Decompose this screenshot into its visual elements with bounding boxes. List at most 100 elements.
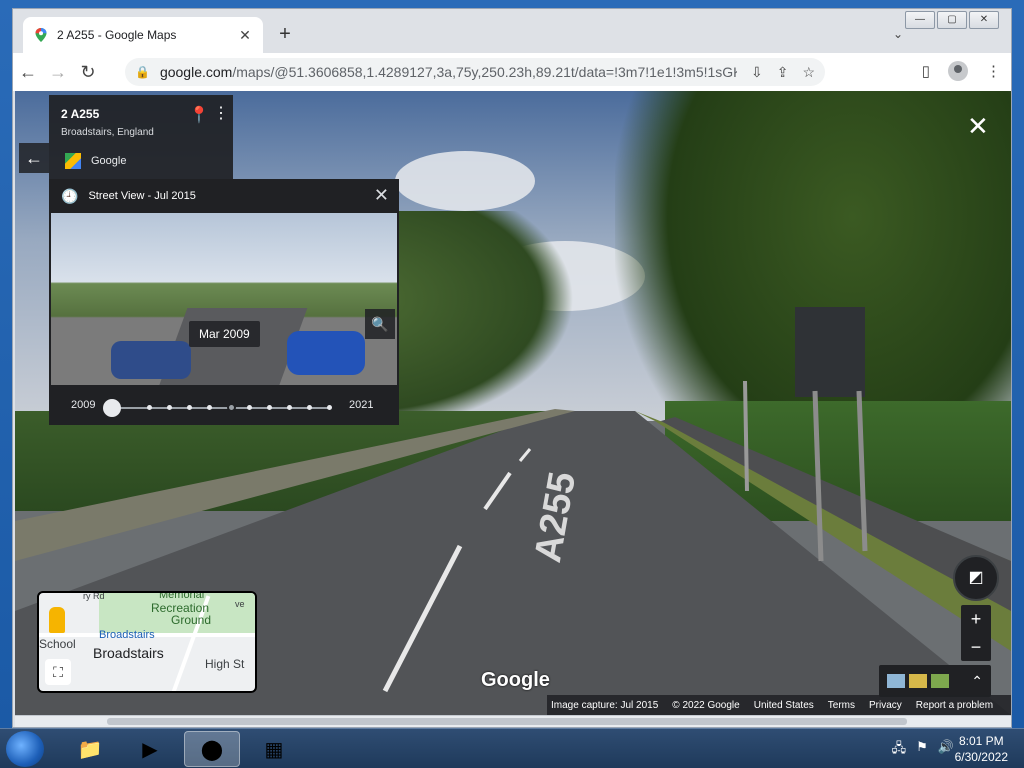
timeline-point[interactable] [187,405,192,410]
system-clock[interactable]: 8:01 PM 6/30/2022 [955,733,1008,765]
google-logo: Google [481,669,550,691]
time-travel-panel: 🕘 Street View - Jul 2015 ✕ Mar 2009 🔍 20… [49,179,399,425]
tab-strip: 2 A255 - Google Maps ✕ + ⌄ — ▢ ✕ [13,9,1011,53]
url-path: /maps/@51.3606858,1.4289127,3a,75y,250.2… [232,64,737,80]
timeline-end-label: 2021 [349,399,374,411]
timeline-header-text: Street View - Jul 2015 [88,190,196,202]
back-icon[interactable]: ← [13,62,43,83]
tab-close-icon[interactable]: ✕ [237,27,253,44]
chevron-down-icon[interactable]: ⌄ [893,27,903,41]
privacy-link[interactable]: Privacy [869,700,902,711]
timeline-point[interactable] [267,405,272,410]
toolbar-right: ▯ ⋮ [904,61,1001,81]
close-timeline-icon[interactable]: ✕ [374,185,389,206]
timeline-knob[interactable] [103,399,121,417]
tab-title: 2 A255 - Google Maps [57,28,177,42]
file-explorer-icon[interactable]: 📁 [62,731,118,767]
clock-time: 8:01 PM [958,734,1004,748]
provider-label: Google [91,155,127,167]
thumbnail-car [287,331,365,375]
timeline-point[interactable] [247,405,252,410]
zoom-in-button[interactable]: + [961,605,991,633]
more-options-icon[interactable]: ⋮ [213,103,229,123]
minimap-label: Ground [171,613,212,627]
bookmark-star-icon[interactable]: ☆ [802,64,815,81]
layer-thumbnail[interactable] [909,674,927,688]
start-button[interactable] [6,731,44,767]
address-bar[interactable]: 🔒 google.com/maps/@51.3606858,1.4289127,… [125,58,825,86]
timeline-point[interactable] [167,405,172,410]
lock-icon: 🔒 [135,65,150,79]
time-travel-header: 🕘 Street View - Jul 2015 [49,179,399,213]
timeline-point[interactable] [327,405,332,410]
copyright-text: © 2022 Google [672,699,740,711]
zoom-out-button[interactable]: − [961,633,991,661]
chevron-up-icon[interactable]: ⌃ [971,673,983,690]
report-problem-link[interactable]: Report a problem [916,700,993,711]
layer-thumbnail[interactable] [887,674,905,688]
place-title: 2 A255 [61,107,100,121]
url-text[interactable]: google.com/maps/@51.3606858,1.4289127,3a… [160,64,737,80]
close-street-view-icon[interactable]: ✕ [967,113,989,139]
action-center-icon[interactable]: ⚑ [916,739,928,761]
thumbnail-date-badge: Mar 2009 [189,321,260,347]
maximize-button[interactable]: ▢ [937,11,967,29]
thumbnail-car [111,341,191,379]
volume-icon[interactable]: 🔊 [938,739,954,761]
browser-toolbar: ← → ↻ 🔒 google.com/maps/@51.3606858,1.42… [13,53,1011,91]
timeline-slider[interactable]: 2009 2021 [49,389,399,425]
network-icon[interactable]: 🖧 [892,739,907,761]
system-tray: 🖧 ⚑ 🔊 [892,739,954,761]
minimap-label: Broadstairs [99,629,155,641]
share-icon[interactable]: ⇪ [777,64,789,81]
control-panel-icon[interactable]: ▦ [246,731,302,767]
scrollbar-thumb[interactable] [107,718,907,725]
country-link[interactable]: United States [754,700,814,711]
minimap-label: School [39,637,76,651]
tab-google-maps[interactable]: 2 A255 - Google Maps ✕ [23,17,263,53]
image-capture-date: Image capture: Jul 2015 [551,699,659,711]
terms-link[interactable]: Terms [828,700,855,711]
mini-map[interactable]: Memorial Recreation Ground Broadstairs B… [37,591,257,693]
timeline-point[interactable] [147,405,152,410]
new-tab-button[interactable]: + [273,23,297,47]
minimap-label: Memorial [159,591,205,601]
media-player-icon[interactable]: ▶ [122,731,178,767]
chrome-icon[interactable]: ⬤ [184,731,240,767]
reload-icon[interactable]: ↻ [73,62,103,83]
timeline-point[interactable] [287,405,292,410]
timeline-point[interactable] [207,405,212,410]
minimize-button[interactable]: — [905,11,935,29]
taskbar: 📁 ▶ ⬤ ▦ 🖧 ⚑ 🔊 8:01 PM 6/30/2022 [0,728,1024,768]
street-view-viewport[interactable]: A255 ← ✕ 2 A255 Broadstairs, England 📍 ⋮… [15,91,1011,715]
install-icon[interactable]: ⇩ [751,64,763,81]
horizontal-scrollbar[interactable] [15,715,1011,727]
zoom-in-thumbnail-icon[interactable]: 🔍 [365,309,395,339]
compass-icon[interactable]: ◩ [953,555,999,601]
minimap-label: Broadstairs [93,645,164,661]
side-panel-icon[interactable]: ▯ [922,62,930,80]
close-window-button[interactable]: ✕ [969,11,999,29]
maps-pin-icon [35,28,47,42]
minimap-label: ry Rd [83,591,105,601]
layers-control[interactable]: ⌃ [879,665,991,697]
location-pin-icon[interactable]: 📍 [189,105,209,125]
place-subtitle: Broadstairs, England [61,127,154,138]
pegman-icon[interactable] [49,607,65,633]
profile-avatar-icon[interactable] [948,61,968,81]
menu-kebab-icon[interactable]: ⋮ [986,62,1001,80]
window-controls: — ▢ ✕ [903,11,999,29]
minimap-label: High St [205,657,245,671]
history-clock-icon[interactable]: 🕘 [61,188,78,205]
expand-map-icon[interactable]: ⛶ [45,659,71,685]
historical-thumbnail[interactable]: Mar 2009 🔍 [51,213,397,385]
layer-thumbnail[interactable] [931,674,949,688]
clock-date: 6/30/2022 [954,750,1008,764]
google-maps-logo-icon [65,153,81,169]
sign-post [812,390,824,562]
timeline-point[interactable] [227,403,236,412]
sign-post [743,380,749,492]
back-arrow-icon[interactable]: ← [19,143,49,173]
timeline-point[interactable] [307,405,312,410]
forward-icon[interactable]: → [43,62,73,83]
